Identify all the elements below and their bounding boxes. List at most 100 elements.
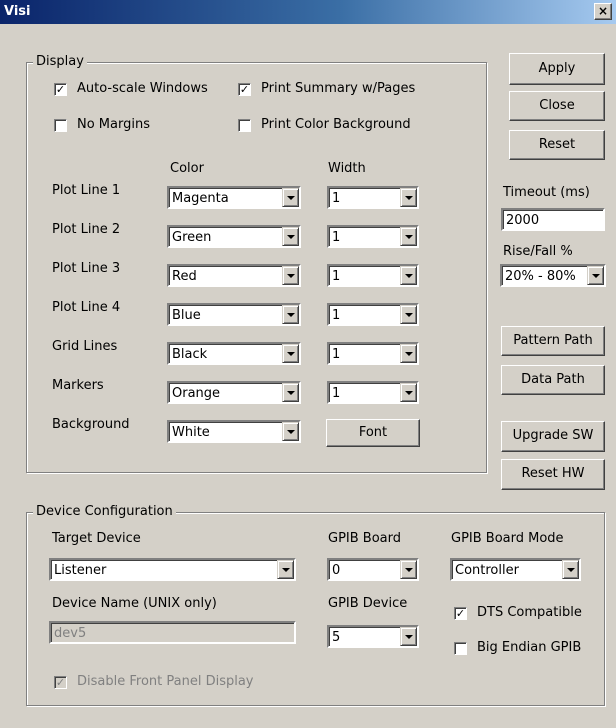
color-select-value: Blue bbox=[172, 308, 201, 323]
display-legend: Display bbox=[33, 54, 87, 70]
chevron-down-icon[interactable] bbox=[400, 266, 417, 285]
color-select-value: Red bbox=[172, 269, 197, 284]
color-select-plot-line-2[interactable]: Green bbox=[167, 225, 301, 248]
color-select-value: White bbox=[172, 425, 210, 440]
width-select-plot-line-4[interactable]: 1 bbox=[327, 303, 419, 326]
gpib-board-mode-value: Controller bbox=[455, 563, 519, 578]
color-header: Color bbox=[170, 161, 204, 176]
width-header: Width bbox=[328, 161, 366, 176]
chevron-down-icon[interactable] bbox=[282, 305, 299, 324]
gpib-board-mode-label: GPIB Board Mode bbox=[451, 531, 564, 546]
apply-button[interactable]: Apply bbox=[509, 53, 605, 85]
chevron-down-icon[interactable] bbox=[400, 305, 417, 324]
target-device-value: Listener bbox=[54, 563, 107, 578]
chevron-down-icon[interactable] bbox=[400, 227, 417, 246]
color-select-background[interactable]: White bbox=[167, 420, 301, 443]
row-label-background: Background bbox=[52, 417, 130, 432]
print-color-bg-checkbox[interactable] bbox=[238, 119, 251, 132]
color-select-value: Magenta bbox=[172, 191, 229, 206]
width-select-value: 1 bbox=[332, 230, 341, 245]
gpib-board-select[interactable]: 0 bbox=[327, 558, 419, 581]
target-device-label: Target Device bbox=[52, 531, 141, 546]
close-icon[interactable]: × bbox=[594, 3, 612, 20]
pattern-path-button[interactable]: Pattern Path bbox=[501, 326, 605, 356]
gpib-board-mode-select[interactable]: Controller bbox=[450, 558, 581, 581]
chevron-down-icon[interactable] bbox=[400, 627, 417, 646]
width-select-value: 1 bbox=[332, 386, 341, 401]
row-label-plot-line-4: Plot Line 4 bbox=[52, 300, 121, 315]
color-select-plot-line-3[interactable]: Red bbox=[167, 264, 301, 287]
device-name-label: Device Name (UNIX only) bbox=[52, 596, 217, 611]
gpib-device-label: GPIB Device bbox=[328, 596, 408, 611]
row-label-plot-line-2: Plot Line 2 bbox=[52, 222, 121, 237]
risefall-value: 20% - 80% bbox=[505, 269, 576, 284]
chevron-down-icon[interactable] bbox=[400, 383, 417, 402]
chevron-down-icon[interactable] bbox=[400, 188, 417, 207]
font-button[interactable]: Font bbox=[326, 419, 420, 447]
row-label-plot-line-3: Plot Line 3 bbox=[52, 261, 121, 276]
chevron-down-icon[interactable] bbox=[400, 560, 417, 579]
chevron-down-icon[interactable] bbox=[282, 266, 299, 285]
width-select-markers[interactable]: 1 bbox=[327, 381, 419, 404]
chevron-down-icon[interactable] bbox=[562, 560, 579, 579]
chevron-down-icon[interactable] bbox=[277, 560, 294, 579]
width-select-plot-line-3[interactable]: 1 bbox=[327, 264, 419, 287]
big-endian-checkbox[interactable] bbox=[454, 642, 467, 655]
dts-compatible-checkbox[interactable]: ✓ bbox=[454, 607, 467, 620]
reset-hw-button[interactable]: Reset HW bbox=[501, 459, 605, 490]
no-margins-label: No Margins bbox=[77, 117, 150, 132]
device-name-input: dev5 bbox=[49, 621, 296, 644]
risefall-label: Rise/Fall % bbox=[503, 244, 573, 259]
color-select-value: Black bbox=[172, 347, 208, 362]
device-config-legend: Device Configuration bbox=[33, 504, 176, 520]
width-select-value: 1 bbox=[332, 347, 341, 362]
width-select-plot-line-1[interactable]: 1 bbox=[327, 186, 419, 209]
width-select-value: 1 bbox=[332, 269, 341, 284]
risefall-select[interactable]: 20% - 80% bbox=[500, 264, 606, 287]
device-name-value: dev5 bbox=[54, 626, 87, 641]
row-label-markers: Markers bbox=[52, 378, 104, 393]
color-select-value: Green bbox=[172, 230, 212, 245]
chevron-down-icon[interactable] bbox=[587, 266, 604, 285]
reset-button[interactable]: Reset bbox=[509, 130, 605, 160]
print-summary-checkbox[interactable]: ✓ bbox=[238, 83, 251, 96]
color-select-plot-line-4[interactable]: Blue bbox=[167, 303, 301, 326]
print-summary-label: Print Summary w/Pages bbox=[261, 81, 416, 96]
timeout-input[interactable]: 2000 bbox=[501, 208, 605, 231]
width-select-plot-line-2[interactable]: 1 bbox=[327, 225, 419, 248]
timeout-label: Timeout (ms) bbox=[503, 185, 590, 200]
gpib-device-value: 5 bbox=[332, 630, 341, 645]
window-title: Visi bbox=[4, 4, 31, 19]
upgrade-sw-button[interactable]: Upgrade SW bbox=[501, 421, 605, 452]
width-select-value: 1 bbox=[332, 308, 341, 323]
gpib-board-value: 0 bbox=[332, 563, 341, 578]
close-button[interactable]: Close bbox=[509, 91, 605, 121]
dts-compatible-label: DTS Compatible bbox=[477, 605, 582, 620]
gpib-device-select[interactable]: 5 bbox=[327, 625, 419, 648]
chevron-down-icon[interactable] bbox=[282, 344, 299, 363]
chevron-down-icon[interactable] bbox=[400, 344, 417, 363]
row-label-grid-lines: Grid Lines bbox=[52, 339, 118, 354]
color-select-markers[interactable]: Orange bbox=[167, 381, 301, 404]
disable-front-panel-label: Disable Front Panel Display bbox=[77, 674, 254, 689]
disable-front-panel-checkbox: ✓ bbox=[54, 676, 67, 689]
chevron-down-icon[interactable] bbox=[282, 383, 299, 402]
color-select-plot-line-1[interactable]: Magenta bbox=[167, 186, 301, 209]
auto-scale-label: Auto-scale Windows bbox=[77, 81, 208, 96]
target-device-select[interactable]: Listener bbox=[49, 558, 296, 581]
chevron-down-icon[interactable] bbox=[282, 227, 299, 246]
color-select-value: Orange bbox=[172, 386, 221, 401]
big-endian-label: Big Endian GPIB bbox=[477, 640, 582, 655]
width-select-grid-lines[interactable]: 1 bbox=[327, 342, 419, 365]
chevron-down-icon[interactable] bbox=[282, 188, 299, 207]
color-select-grid-lines[interactable]: Black bbox=[167, 342, 301, 365]
timeout-value: 2000 bbox=[506, 213, 540, 228]
no-margins-checkbox[interactable] bbox=[54, 119, 67, 132]
title-bar: Visi × bbox=[0, 0, 616, 24]
row-label-plot-line-1: Plot Line 1 bbox=[52, 183, 121, 198]
gpib-board-label: GPIB Board bbox=[328, 531, 402, 546]
width-select-value: 1 bbox=[332, 191, 341, 206]
chevron-down-icon[interactable] bbox=[282, 422, 299, 441]
auto-scale-checkbox[interactable]: ✓ bbox=[54, 83, 67, 96]
data-path-button[interactable]: Data Path bbox=[501, 365, 605, 395]
